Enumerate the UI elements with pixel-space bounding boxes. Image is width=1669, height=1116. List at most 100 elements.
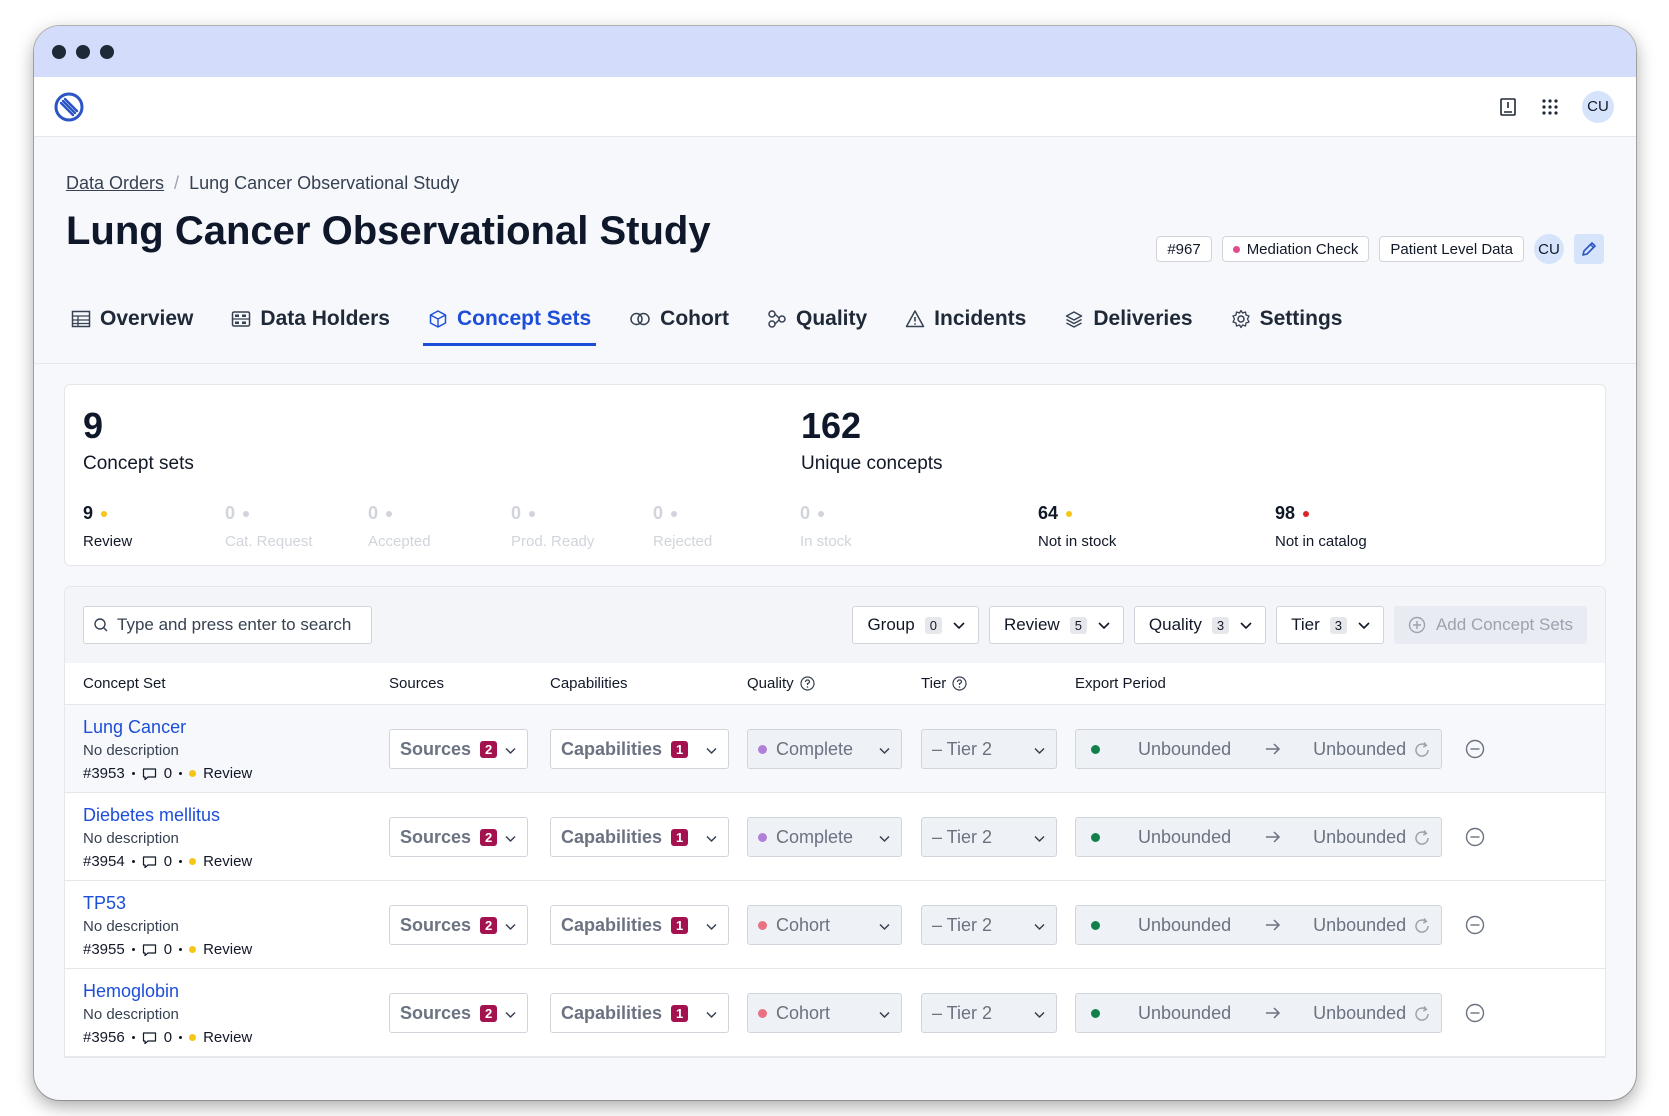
- help-icon[interactable]: [800, 676, 815, 691]
- tier-dropdown[interactable]: – Tier 2: [921, 729, 1057, 769]
- add-concept-sets-button[interactable]: Add Concept Sets: [1393, 606, 1587, 644]
- filter-tier-dropdown[interactable]: Tier 3: [1276, 606, 1384, 644]
- refresh-icon[interactable]: [1413, 917, 1431, 935]
- export-from[interactable]: Unbounded: [1138, 827, 1231, 848]
- column-header-sources[interactable]: Sources: [389, 675, 444, 692]
- remove-circle-icon[interactable]: [1465, 827, 1485, 847]
- table-row[interactable]: Diebetes mellitus No description #3954 0 Rev…: [65, 793, 1605, 881]
- status-value: 98: [1275, 503, 1296, 523]
- concept-set-name-link[interactable]: Hemoglobin: [83, 981, 179, 1002]
- tab-data-holders[interactable]: Data Holders: [226, 307, 395, 346]
- comment-icon[interactable]: [142, 767, 157, 781]
- search-icon: [94, 618, 108, 632]
- status-count[interactable]: 9 Review: [83, 503, 132, 550]
- concept-set-name-link[interactable]: Lung Cancer: [83, 717, 186, 738]
- export-period-range[interactable]: Unbounded Unbounded: [1075, 905, 1442, 945]
- comment-icon[interactable]: [142, 1031, 157, 1045]
- export-to[interactable]: Unbounded: [1313, 1003, 1406, 1024]
- window-control-dot[interactable]: [76, 44, 90, 59]
- tab-incidents[interactable]: Incidents: [900, 307, 1031, 346]
- remove-circle-icon[interactable]: [1465, 739, 1485, 759]
- add-concept-sets-label: Add Concept Sets: [1435, 615, 1573, 634]
- status-count-value: 98: [1275, 503, 1367, 524]
- status-count[interactable]: 0 Rejected: [653, 503, 712, 550]
- user-avatar[interactable]: CU: [1582, 90, 1614, 123]
- export-from[interactable]: Unbounded: [1138, 915, 1231, 936]
- status-count[interactable]: 0 Prod. Ready: [511, 503, 594, 550]
- status-count[interactable]: 0 Accepted: [368, 503, 431, 550]
- comment-icon[interactable]: [142, 943, 157, 957]
- sources-dropdown[interactable]: Sources 2: [389, 993, 528, 1033]
- edit-button[interactable]: [1574, 234, 1604, 264]
- tier-dropdown[interactable]: – Tier 2: [921, 905, 1057, 945]
- tab-overview[interactable]: Overview: [66, 307, 198, 346]
- column-header-export-period[interactable]: Export Period: [1075, 675, 1166, 692]
- status-count[interactable]: 64 Not in stock: [1038, 503, 1116, 550]
- export-to[interactable]: Unbounded: [1313, 915, 1406, 936]
- column-header-tier[interactable]: Tier: [921, 675, 967, 692]
- table-row[interactable]: Lung Cancer No description #3953 0 Review Sou…: [65, 705, 1605, 793]
- table-row[interactable]: Hemoglobin No description #3956 0 Review Sour…: [65, 969, 1605, 1057]
- tier-dropdown[interactable]: – Tier 2: [921, 993, 1057, 1033]
- tab-label: Data Holders: [260, 307, 390, 330]
- status-count[interactable]: 98 Not in catalog: [1275, 503, 1367, 550]
- tab-concept-sets[interactable]: Concept Sets: [422, 307, 597, 346]
- filter-quality-dropdown[interactable]: Quality 3: [1133, 606, 1267, 644]
- apps-grid-icon[interactable]: [1540, 97, 1560, 117]
- column-header-capabilities[interactable]: Capabilities: [550, 675, 628, 692]
- tab-deliveries[interactable]: Deliveries: [1059, 307, 1197, 346]
- stat-label: Unique concepts: [801, 453, 943, 474]
- status-count[interactable]: 0 In stock: [800, 503, 852, 550]
- refresh-icon[interactable]: [1413, 829, 1431, 847]
- breadcrumb-link-data-orders[interactable]: Data Orders: [66, 173, 164, 194]
- export-to[interactable]: Unbounded: [1313, 739, 1406, 760]
- capabilities-dropdown[interactable]: Capabilities 1: [550, 905, 729, 945]
- capabilities-dropdown[interactable]: Capabilities 1: [550, 729, 729, 769]
- quality-dropdown[interactable]: Complete: [747, 817, 902, 857]
- remove-circle-icon[interactable]: [1465, 915, 1485, 935]
- tab-settings[interactable]: Settings: [1226, 307, 1348, 346]
- export-status-dot: [1091, 744, 1100, 754]
- quality-dropdown[interactable]: Cohort: [747, 993, 902, 1033]
- refresh-icon[interactable]: [1413, 1005, 1431, 1023]
- export-period-range[interactable]: Unbounded Unbounded: [1075, 729, 1442, 769]
- comment-count: 0: [163, 941, 173, 958]
- status-count[interactable]: 0 Cat. Request: [225, 503, 313, 550]
- concept-set-name-link[interactable]: TP53: [83, 893, 126, 914]
- tab-quality[interactable]: Quality: [762, 307, 872, 346]
- app-logo[interactable]: [52, 90, 86, 124]
- quality-dropdown[interactable]: Cohort: [747, 905, 902, 945]
- refresh-icon[interactable]: [1413, 741, 1431, 759]
- capabilities-dropdown[interactable]: Capabilities 1: [550, 993, 729, 1033]
- column-header-concept-set[interactable]: Concept Set: [83, 675, 166, 692]
- window-control-dot[interactable]: [100, 44, 114, 59]
- export-to[interactable]: Unbounded: [1313, 827, 1406, 848]
- book-icon[interactable]: [1498, 97, 1518, 117]
- chevron-down-icon: [1034, 1011, 1045, 1019]
- sources-dropdown[interactable]: Sources 2: [389, 905, 528, 945]
- comment-icon[interactable]: [142, 855, 157, 869]
- remove-circle-icon[interactable]: [1465, 1003, 1485, 1023]
- help-icon[interactable]: [952, 676, 967, 691]
- table-row[interactable]: TP53 No description #3955 0 Review Sources 2 Ca…: [65, 881, 1605, 969]
- export-period-range[interactable]: Unbounded Unbounded: [1075, 993, 1442, 1033]
- owner-avatar[interactable]: CU: [1534, 234, 1564, 264]
- tab-cohort[interactable]: Cohort: [624, 307, 734, 346]
- window-control-dot[interactable]: [52, 44, 66, 59]
- separator-dot: [131, 772, 135, 775]
- sources-dropdown[interactable]: Sources 2: [389, 729, 528, 769]
- chevron-down-icon: [879, 835, 890, 843]
- tier-dropdown[interactable]: – Tier 2: [921, 817, 1057, 857]
- export-from[interactable]: Unbounded: [1138, 739, 1231, 760]
- quality-value: Cohort: [776, 1002, 831, 1023]
- export-from[interactable]: Unbounded: [1138, 1003, 1231, 1024]
- concept-set-name-link[interactable]: Diebetes mellitus: [83, 805, 220, 826]
- search-input[interactable]: Type and press enter to search: [83, 606, 372, 644]
- filter-review-dropdown[interactable]: Review 5: [988, 606, 1124, 644]
- column-header-quality[interactable]: Quality: [747, 675, 815, 692]
- capabilities-dropdown[interactable]: Capabilities 1: [550, 817, 729, 857]
- export-period-range[interactable]: Unbounded Unbounded: [1075, 817, 1442, 857]
- filter-group-dropdown[interactable]: Group 0: [852, 606, 979, 644]
- sources-dropdown[interactable]: Sources 2: [389, 817, 528, 857]
- quality-dropdown[interactable]: Complete: [747, 729, 902, 769]
